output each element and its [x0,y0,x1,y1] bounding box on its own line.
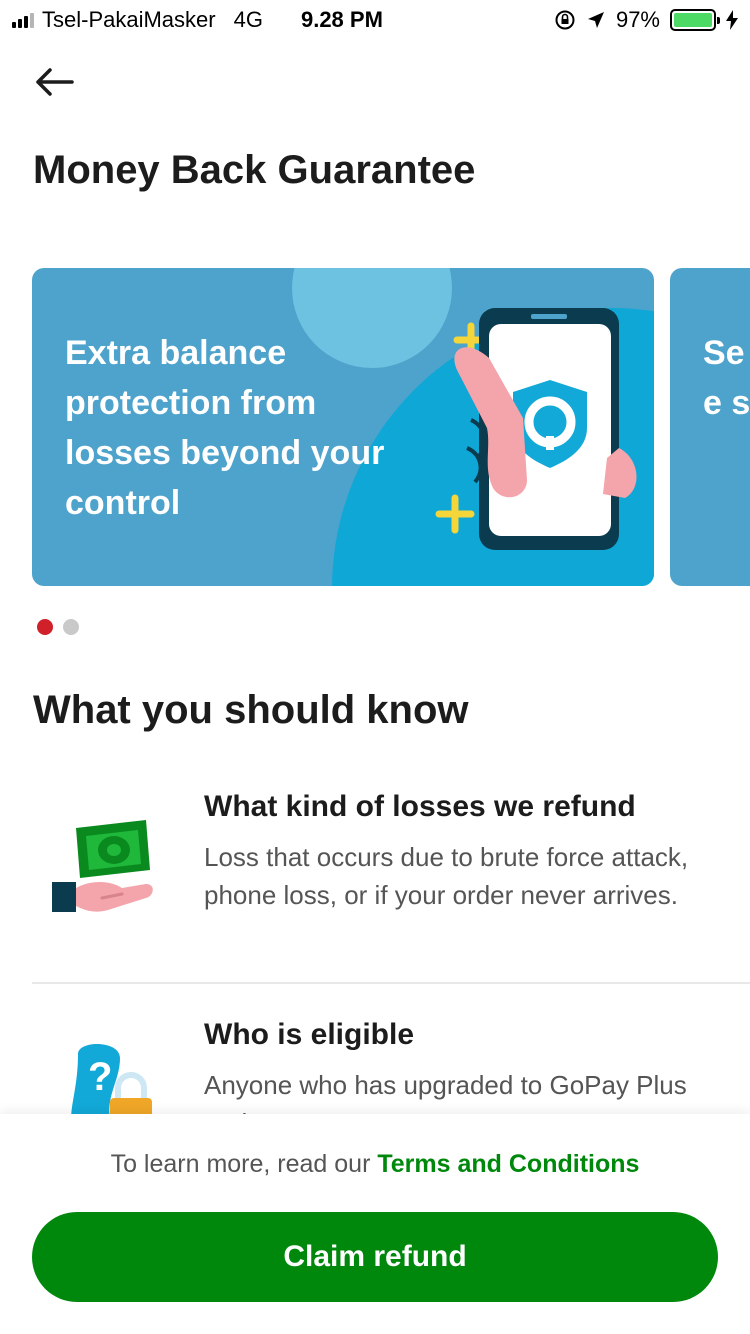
bottom-panel: To learn more, read our Terms and Condit… [0,1114,750,1334]
battery-percent: 97% [615,7,660,32]
promo-carousel[interactable]: Extra balance protection from losses bey… [0,268,750,588]
carrier-name: Tsel-PakaiMasker [42,7,216,32]
section-title: What you should know [33,688,469,732]
divider [32,982,750,984]
info-description: Loss that occurs due to brute force atta… [204,842,689,910]
network-type: 4G [233,7,263,32]
pagination-dot-active[interactable] [37,619,53,635]
charging-bolt-icon [726,10,738,30]
status-bar: Tsel-PakaiMasker 4G 9.28 PM 97% [0,0,750,40]
carousel-pagination [37,619,79,635]
arrow-left-icon [36,68,74,96]
slide-text: Extra balance protection from losses bey… [65,334,385,522]
orientation-lock-icon [555,10,575,30]
slide-text: Se ke saf [703,334,750,422]
learn-more-prefix: To learn more, read our [110,1150,378,1178]
battery-icon [670,9,720,31]
learn-more-text: To learn more, read our Terms and Condit… [0,1150,750,1179]
claim-refund-button[interactable]: Claim refund [32,1212,718,1302]
page-title: Money Back Guarantee [33,148,476,192]
svg-text:?: ? [88,1055,112,1099]
location-arrow-icon [587,12,604,28]
info-title: Who is eligible [204,1018,415,1051]
signal-icon [12,12,34,28]
phone-shield-icon [435,308,637,550]
carousel-slide[interactable]: Extra balance protection from losses bey… [32,268,654,586]
info-title: What kind of losses we refund [204,790,636,823]
carousel-slide[interactable]: Se ke saf [670,268,750,586]
pagination-dot[interactable] [63,619,79,635]
money-hand-icon [52,820,153,912]
clock: 9.28 PM [300,7,383,32]
back-button[interactable] [34,62,78,102]
terms-link[interactable]: Terms and Conditions [377,1150,639,1178]
